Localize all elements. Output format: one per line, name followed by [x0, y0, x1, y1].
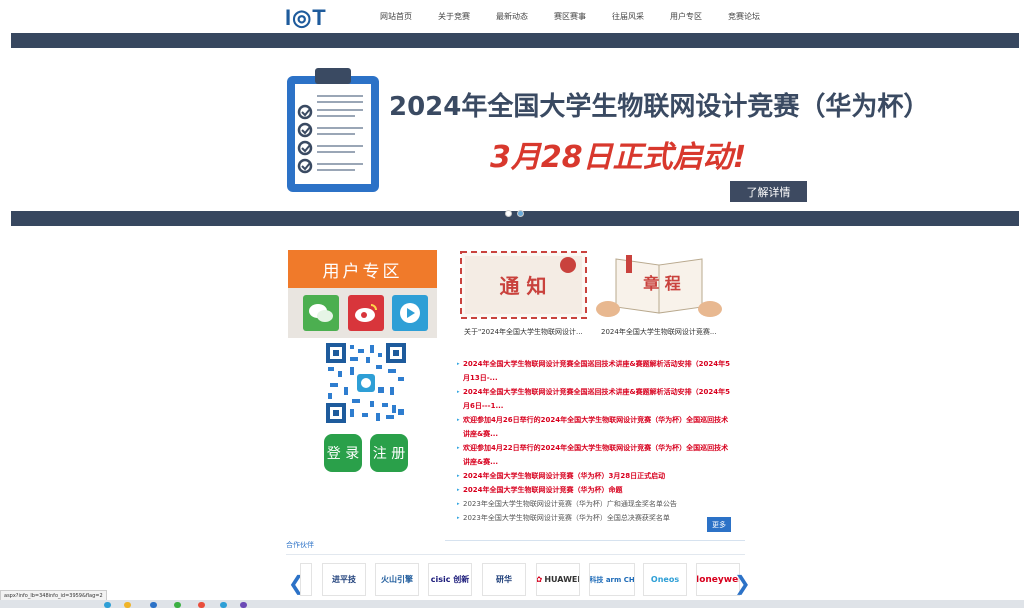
news-item[interactable]: 欢迎参加4月26日举行的2024年全国大学生物联网设计竞赛（华为杯）全国巡回技术… [457, 413, 731, 441]
partner-logo[interactable]: 火山引擎 [375, 563, 419, 596]
taskbar-app-icon[interactable] [198, 602, 205, 608]
taskbar-app-icon[interactable] [124, 602, 131, 608]
rules-tile[interactable]: 章 程 [596, 251, 723, 319]
nav-events[interactable]: 赛区赛事 [554, 11, 586, 22]
qr-code [326, 343, 406, 423]
weibo-icon[interactable] [348, 295, 384, 331]
partners-next-arrow[interactable]: ❯ [734, 571, 751, 595]
nav-home[interactable]: 网站首页 [380, 11, 412, 22]
news-item[interactable]: 2024年全国大学生物联网设计竞赛全国巡回技术讲座&赛题解析活动安排（2024年… [457, 385, 731, 413]
news-item[interactable]: 2023年全国大学生物联网设计竞赛（华为杯）广和通现金奖名单公告 [457, 497, 731, 511]
news-item[interactable]: 2024年全国大学生物联网设计竞赛全国巡回技术讲座&赛题解析活动安排（2024年… [457, 357, 731, 385]
news-item[interactable]: 2024年全国大学生物联网设计竞赛（华为杯）命题 [457, 483, 731, 497]
news-list: 2024年全国大学生物联网设计竞赛全国巡回技术讲座&赛题解析活动安排（2024年… [457, 357, 731, 525]
nav-forum[interactable]: 竞赛论坛 [728, 11, 760, 22]
taskbar-app-icon[interactable] [150, 602, 157, 608]
nav-history[interactable]: 往届风采 [612, 11, 644, 22]
taskbar-app-icon[interactable] [220, 602, 227, 608]
news-item[interactable]: 2024年全国大学生物联网设计竞赛（华为杯）3月28日正式启动 [457, 469, 731, 483]
login-button[interactable]: 登 录 [324, 434, 362, 472]
banner-title: 2024年全国大学生物联网设计竞赛（华为杯） [389, 92, 930, 122]
notice-tile-label: 通 知 [500, 274, 547, 298]
notice-caption[interactable]: 关于"2024年全国大学生物联网设计... [464, 327, 583, 337]
rules-tile-label: 章 程 [643, 274, 681, 293]
banner-subtitle: 3月28日正式启动! [490, 140, 747, 175]
partner-logo[interactable]: 研华 [482, 563, 526, 596]
notice-tile[interactable]: 通 知 [460, 251, 587, 319]
carousel-dot-1[interactable] [505, 210, 512, 217]
partners-divider [286, 554, 745, 555]
partner-logo[interactable]: 进平技 [322, 563, 366, 596]
partner-logo[interactable] [300, 563, 312, 596]
clipboard-icon [287, 68, 379, 192]
partner-logo[interactable]: Oneos [643, 563, 687, 596]
news-item[interactable]: 欢迎参加4月22日举行的2024年全国大学生物联网设计竞赛（华为杯）全国巡回技术… [457, 441, 731, 469]
main-nav: 网站首页 关于竞赛 最新动态 赛区赛事 往届风采 用户专区 竞赛论坛 [380, 11, 786, 22]
taskbar-app-icon[interactable] [174, 602, 181, 608]
partners-title: 合作伙伴 [286, 541, 314, 549]
banner[interactable] [11, 48, 1019, 211]
partner-logo[interactable]: 安谋科技 arm CHINA [589, 563, 635, 596]
nav-user[interactable]: 用户专区 [670, 11, 702, 22]
more-button[interactable]: 更多 [707, 517, 731, 532]
nav-news[interactable]: 最新动态 [496, 11, 528, 22]
top-bar: I◎T 网站首页 关于竞赛 最新动态 赛区赛事 往届风采 用户专区 竞赛论坛 [0, 0, 1024, 33]
carousel-dot-2[interactable] [517, 210, 524, 217]
learn-more-button[interactable]: 了解详情 [730, 181, 807, 202]
video-icon[interactable] [392, 295, 428, 331]
divider [445, 540, 745, 541]
partner-logo[interactable]: cisic 创新 [428, 563, 472, 596]
carousel-dots [505, 210, 524, 217]
wechat-icon[interactable] [303, 295, 339, 331]
partner-logo[interactable]: ✿ HUAWEI [536, 563, 580, 596]
news-item[interactable]: 2023年全国大学生物联网设计竞赛（华为杯）全国总决赛获奖名单 [457, 511, 731, 525]
taskbar-app-icon[interactable] [104, 602, 111, 608]
nav-about[interactable]: 关于竞赛 [438, 11, 470, 22]
banner-top-band [11, 33, 1019, 48]
site-logo[interactable]: I◎T [285, 5, 327, 31]
register-button[interactable]: 注 册 [370, 434, 408, 472]
user-zone-title: 用户专区 [288, 250, 437, 298]
rules-caption[interactable]: 2024年全国大学生物联网设计竞赛... [601, 327, 717, 337]
taskbar-app-icon[interactable] [240, 602, 247, 608]
